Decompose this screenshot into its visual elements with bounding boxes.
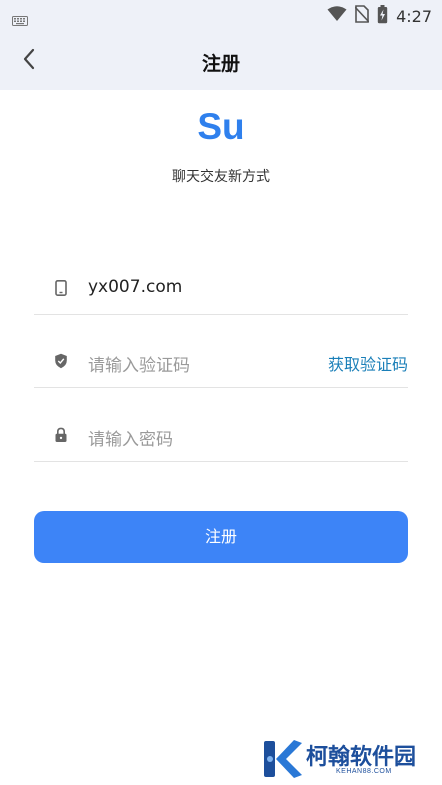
app-slogan: 聊天交友新方式 — [172, 169, 270, 185]
watermark-url: KEHAN88.COM — [336, 768, 392, 775]
phone-field[interactable]: yx007.com — [34, 265, 408, 315]
watermark: 柯翰软件园 KEHAN88.COM — [262, 737, 432, 781]
get-code-button[interactable]: 获取验证码 — [328, 351, 408, 375]
page-title: 注册 — [201, 53, 240, 75]
register-button[interactable]: 注册 — [34, 511, 408, 563]
wifi-icon — [327, 6, 347, 26]
code-field[interactable]: 请输入验证码 获取验证码 — [34, 338, 408, 388]
keyboard-icon — [12, 11, 28, 30]
app-logo: Su — [197, 106, 245, 147]
watermark-text: 柯翰软件园 — [306, 745, 417, 770]
status-bar: 4:27 — [0, 0, 442, 32]
password-input[interactable]: 请输入密码 — [88, 425, 173, 450]
password-field[interactable]: 请输入密码 — [34, 412, 408, 462]
shield-icon — [54, 353, 68, 369]
watermark-logo-icon — [262, 740, 304, 785]
code-input[interactable]: 请输入验证码 — [88, 351, 190, 376]
phone-input[interactable]: yx007.com — [88, 277, 182, 297]
status-time: 4:27 — [396, 6, 432, 26]
battery-charging-icon — [377, 4, 388, 28]
app-bar: 注册 — [0, 32, 442, 90]
phone-icon — [54, 280, 68, 296]
no-sim-icon — [354, 5, 370, 27]
lock-icon — [54, 427, 68, 443]
